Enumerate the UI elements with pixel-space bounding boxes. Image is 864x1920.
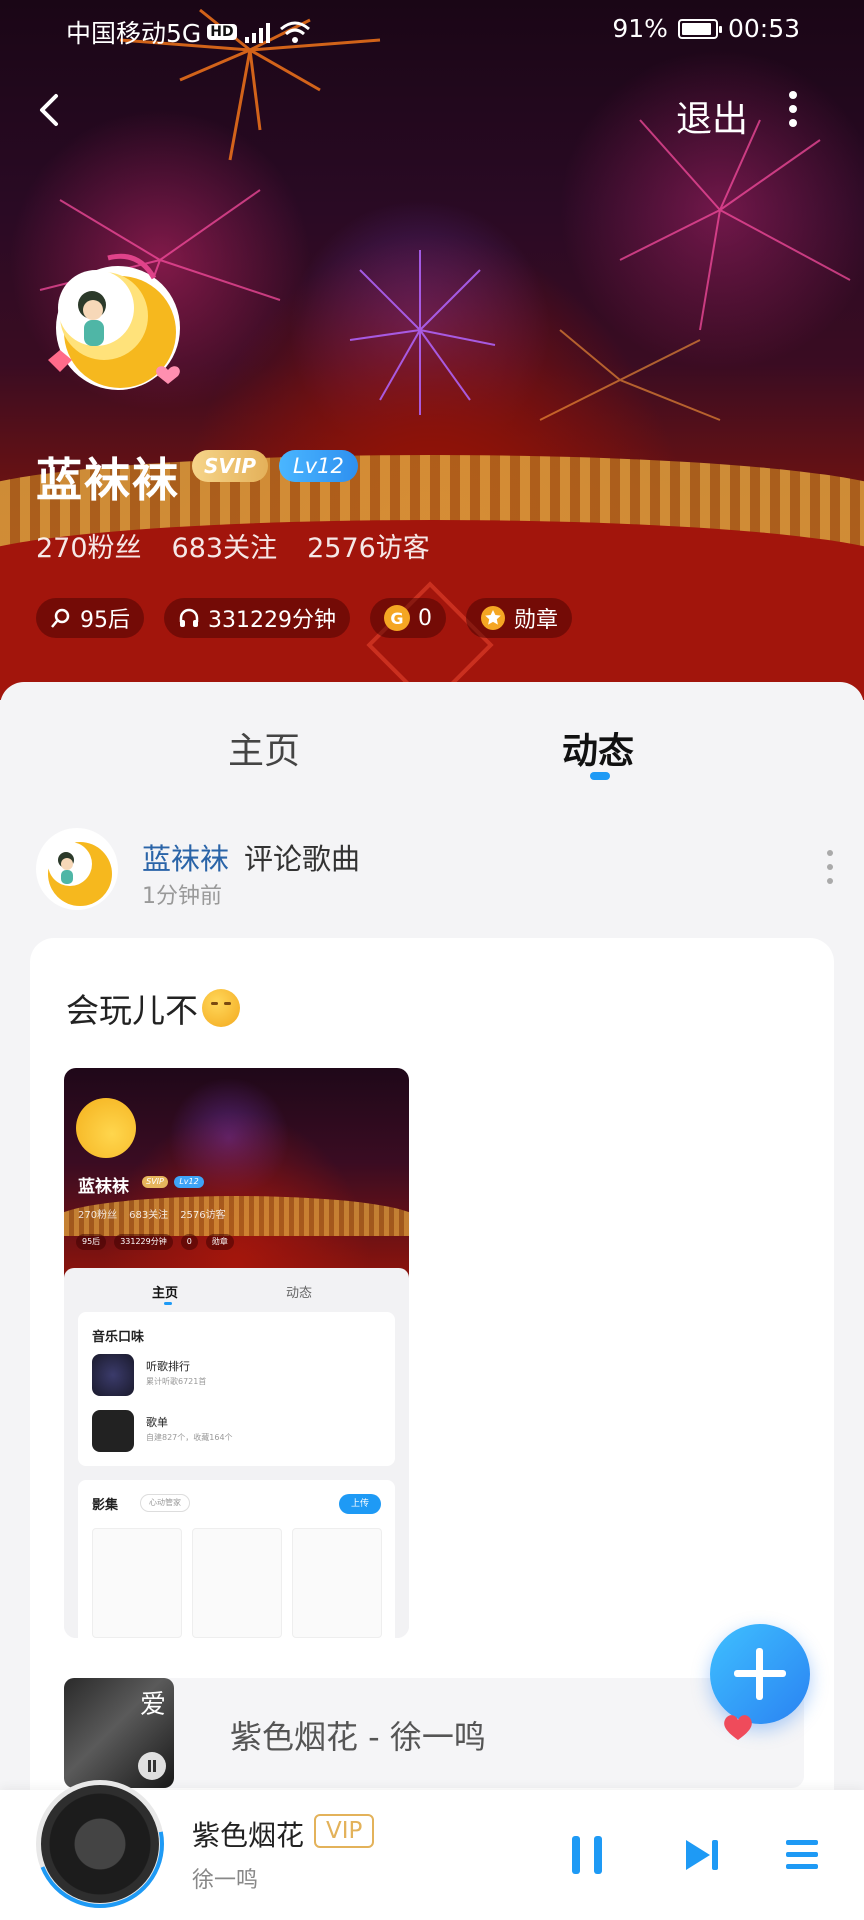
post-text: 会玩儿不 <box>66 991 198 1030</box>
thumb-upload: 上传 <box>339 1494 381 1514</box>
visitors-count[interactable]: 2576访客 <box>307 526 430 565</box>
thumb-chip: 勋章 <box>205 1234 234 1250</box>
thumb-chip: 95后 <box>76 1234 107 1250</box>
age-chip[interactable]: 95后 <box>36 598 144 638</box>
svip-badge[interactable]: SVIP <box>192 450 268 482</box>
player-title: 紫色烟花 <box>192 1819 305 1852</box>
back-arrow-icon[interactable] <box>30 90 70 130</box>
thumb-photos <box>92 1528 382 1638</box>
battery-icon <box>677 18 722 39</box>
pause-bar <box>572 1836 580 1874</box>
thumb-tab: 主页 <box>152 1286 179 1301</box>
listen-time-label: 331229分钟 <box>208 608 336 633</box>
thumb-album-title: 影集 <box>92 1498 119 1513</box>
thumb-row: 听歌排行 累计听歌6721首 <box>92 1354 382 1396</box>
profile-name: 蓝袜袜 <box>36 453 180 507</box>
thumb-row-title: 歌单 <box>146 1416 168 1429</box>
thumb-sheet: 主页 动态 音乐口味 听歌排行 累计听歌6721首 歌单 自建827个，收藏16… <box>64 1268 409 1638</box>
thumb-tab-indicator <box>164 1302 172 1305</box>
add-post-button[interactable] <box>710 1624 810 1724</box>
hd-icon: HD <box>207 24 237 40</box>
heart-icon[interactable] <box>722 1712 754 1742</box>
post-username[interactable]: 蓝袜袜 <box>142 836 229 878</box>
fans-count[interactable]: 270粉丝 <box>36 526 142 565</box>
thumb-level: Lv12 <box>174 1176 204 1188</box>
logout-button[interactable]: 退出 <box>676 90 748 142</box>
pause-icon[interactable] <box>138 1752 166 1780</box>
playlist-icon[interactable] <box>782 1836 822 1874</box>
heart-icon <box>92 1410 134 1452</box>
song-cover[interactable]: 爱 <box>64 1678 174 1788</box>
thumb-music-title: 音乐口味 <box>92 1330 145 1345</box>
age-label: 95后 <box>80 608 130 633</box>
thumb-music-taste: 音乐口味 听歌排行 累计听歌6721首 歌单 自建827个，收藏164个 <box>78 1312 395 1466</box>
chart-icon <box>92 1354 134 1396</box>
coins-chip[interactable]: G 0 <box>369 598 446 638</box>
coins-label: 0 <box>417 605 432 631</box>
thumb-name: 蓝袜袜 <box>78 1177 129 1197</box>
thumb-row: 歌单 自建827个，收藏164个 <box>92 1410 382 1452</box>
profile-avatar[interactable] <box>38 250 188 400</box>
profile-stats: 270粉丝 683关注 2576访客 <box>36 526 430 565</box>
coin-icon: G <box>383 605 410 631</box>
album-disc[interactable] <box>36 1780 164 1908</box>
post-header: 蓝袜袜 评论歌曲 1分钟前 <box>36 828 836 912</box>
mini-player[interactable]: 紫色烟花 VIP 徐一鸣 <box>0 1780 864 1920</box>
clock: 00:53 <box>727 14 800 43</box>
thumb-album: 影集 心动管家 上传 <box>78 1480 395 1638</box>
player-artist: 徐一鸣 <box>192 1868 259 1893</box>
wifi-icon <box>279 21 310 43</box>
thumb-stat: 270粉丝 <box>78 1210 118 1221</box>
tab-feed[interactable]: 动态 <box>562 722 634 774</box>
pause-bar <box>594 1836 602 1874</box>
thumb-chips: 95后 331229分钟 0 勋章 <box>76 1234 234 1250</box>
post-avatar[interactable] <box>36 828 118 910</box>
search-icon <box>51 608 70 628</box>
thumb-avatar <box>76 1098 136 1158</box>
profile-chips: 95后 331229分钟 G 0 勋章 <box>36 598 572 638</box>
carrier-label: 中国移动5G <box>66 19 202 48</box>
signal-icon <box>244 23 270 43</box>
post-text-row: 会玩儿不 <box>66 984 240 1032</box>
star-medal-icon <box>480 606 505 630</box>
thumb-chip: 331229分钟 <box>114 1234 173 1250</box>
level-badge[interactable]: Lv12 <box>279 450 358 482</box>
thinking-emoji-icon <box>202 989 240 1027</box>
medal-chip[interactable]: 勋章 <box>465 598 572 638</box>
status-bar: 中国移动5G HD 91% 00:53 <box>0 0 864 60</box>
tab-indicator <box>590 772 610 780</box>
tab-home[interactable]: 主页 <box>228 722 300 774</box>
post-more-icon[interactable] <box>824 850 836 894</box>
vip-badge: VIP <box>314 1814 375 1848</box>
listen-time-chip[interactable]: 331229分钟 <box>164 598 350 638</box>
pause-button[interactable] <box>572 1836 604 1874</box>
thumb-tab: 动态 <box>286 1286 313 1301</box>
cover-art-text: 爱 <box>139 1690 166 1720</box>
thumb-stat: 2576访客 <box>180 1210 226 1221</box>
next-track-icon[interactable] <box>682 1836 722 1874</box>
thumb-album-fav: 心动管家 <box>140 1494 190 1512</box>
battery-percent: 91% <box>612 14 668 43</box>
headphones-icon <box>179 608 199 627</box>
post-time: 1分钟前 <box>142 884 222 909</box>
thumb-stats: 270粉丝 683关注 2576访客 <box>78 1206 226 1221</box>
thumb-row-sub: 自建827个，收藏164个 <box>146 1433 233 1442</box>
medal-label: 勋章 <box>513 608 558 633</box>
thumb-row-sub: 累计听歌6721首 <box>146 1377 207 1386</box>
thumb-stat: 683关注 <box>129 1210 169 1221</box>
song-row[interactable]: 爱 紫色烟花 - 徐一鸣 <box>64 1678 804 1788</box>
post-card[interactable]: 会玩儿不 蓝袜袜 SVIP Lv12 270粉丝 683关注 2576访客 95… <box>30 938 834 1920</box>
avatar-image <box>37 829 117 909</box>
thumb-chip: 0 <box>180 1234 198 1250</box>
post-image[interactable]: 蓝袜袜 SVIP Lv12 270粉丝 683关注 2576访客 95后 331… <box>64 1068 409 1638</box>
song-title: 紫色烟花 - 徐一鸣 <box>230 1718 486 1756</box>
thumb-row-title: 听歌排行 <box>146 1360 190 1373</box>
battery-level <box>681 22 712 35</box>
thumb-svip: SVIP <box>142 1176 168 1188</box>
more-options-icon[interactable] <box>786 88 800 132</box>
following-count[interactable]: 683关注 <box>172 526 278 565</box>
post-action: 评论歌曲 <box>244 842 361 876</box>
